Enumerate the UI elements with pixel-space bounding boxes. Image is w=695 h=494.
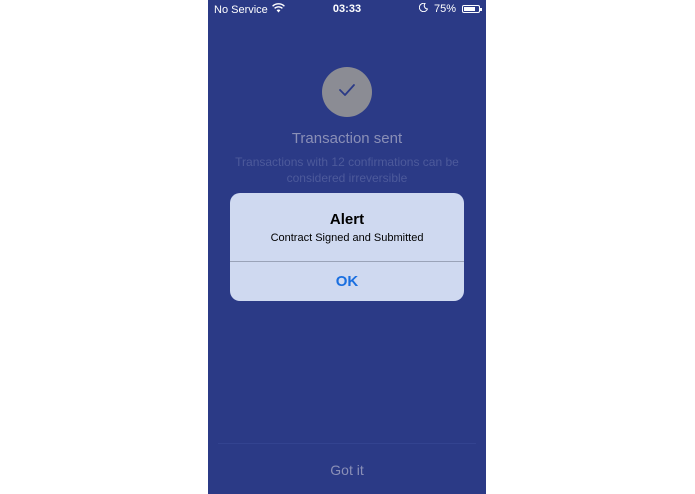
battery-nub bbox=[480, 8, 482, 11]
status-right: 75% bbox=[418, 2, 482, 15]
alert-dialog: Alert Contract Signed and Submitted OK bbox=[230, 193, 464, 301]
alert-message: Contract Signed and Submitted bbox=[270, 232, 424, 244]
transaction-title: Transaction sent bbox=[291, 130, 403, 147]
status-bar: No Service 03:33 75% bbox=[208, 0, 486, 18]
moon-icon bbox=[418, 2, 429, 15]
success-check-circle bbox=[322, 67, 372, 117]
transaction-subtitle: Transactions with 12 confirmations can b… bbox=[235, 155, 459, 185]
battery-fill bbox=[464, 7, 475, 11]
phone-screen: No Service 03:33 75% Transaction sent Tr… bbox=[208, 0, 486, 494]
checkmark-icon bbox=[338, 83, 356, 102]
bottom-divider bbox=[218, 443, 476, 444]
battery-icon bbox=[462, 5, 482, 13]
alert-title: Alert bbox=[329, 211, 365, 228]
battery-percent: 75% bbox=[433, 3, 456, 15]
got-it-button[interactable]: Got it bbox=[208, 462, 486, 478]
alert-ok-button[interactable]: OK bbox=[230, 262, 464, 301]
